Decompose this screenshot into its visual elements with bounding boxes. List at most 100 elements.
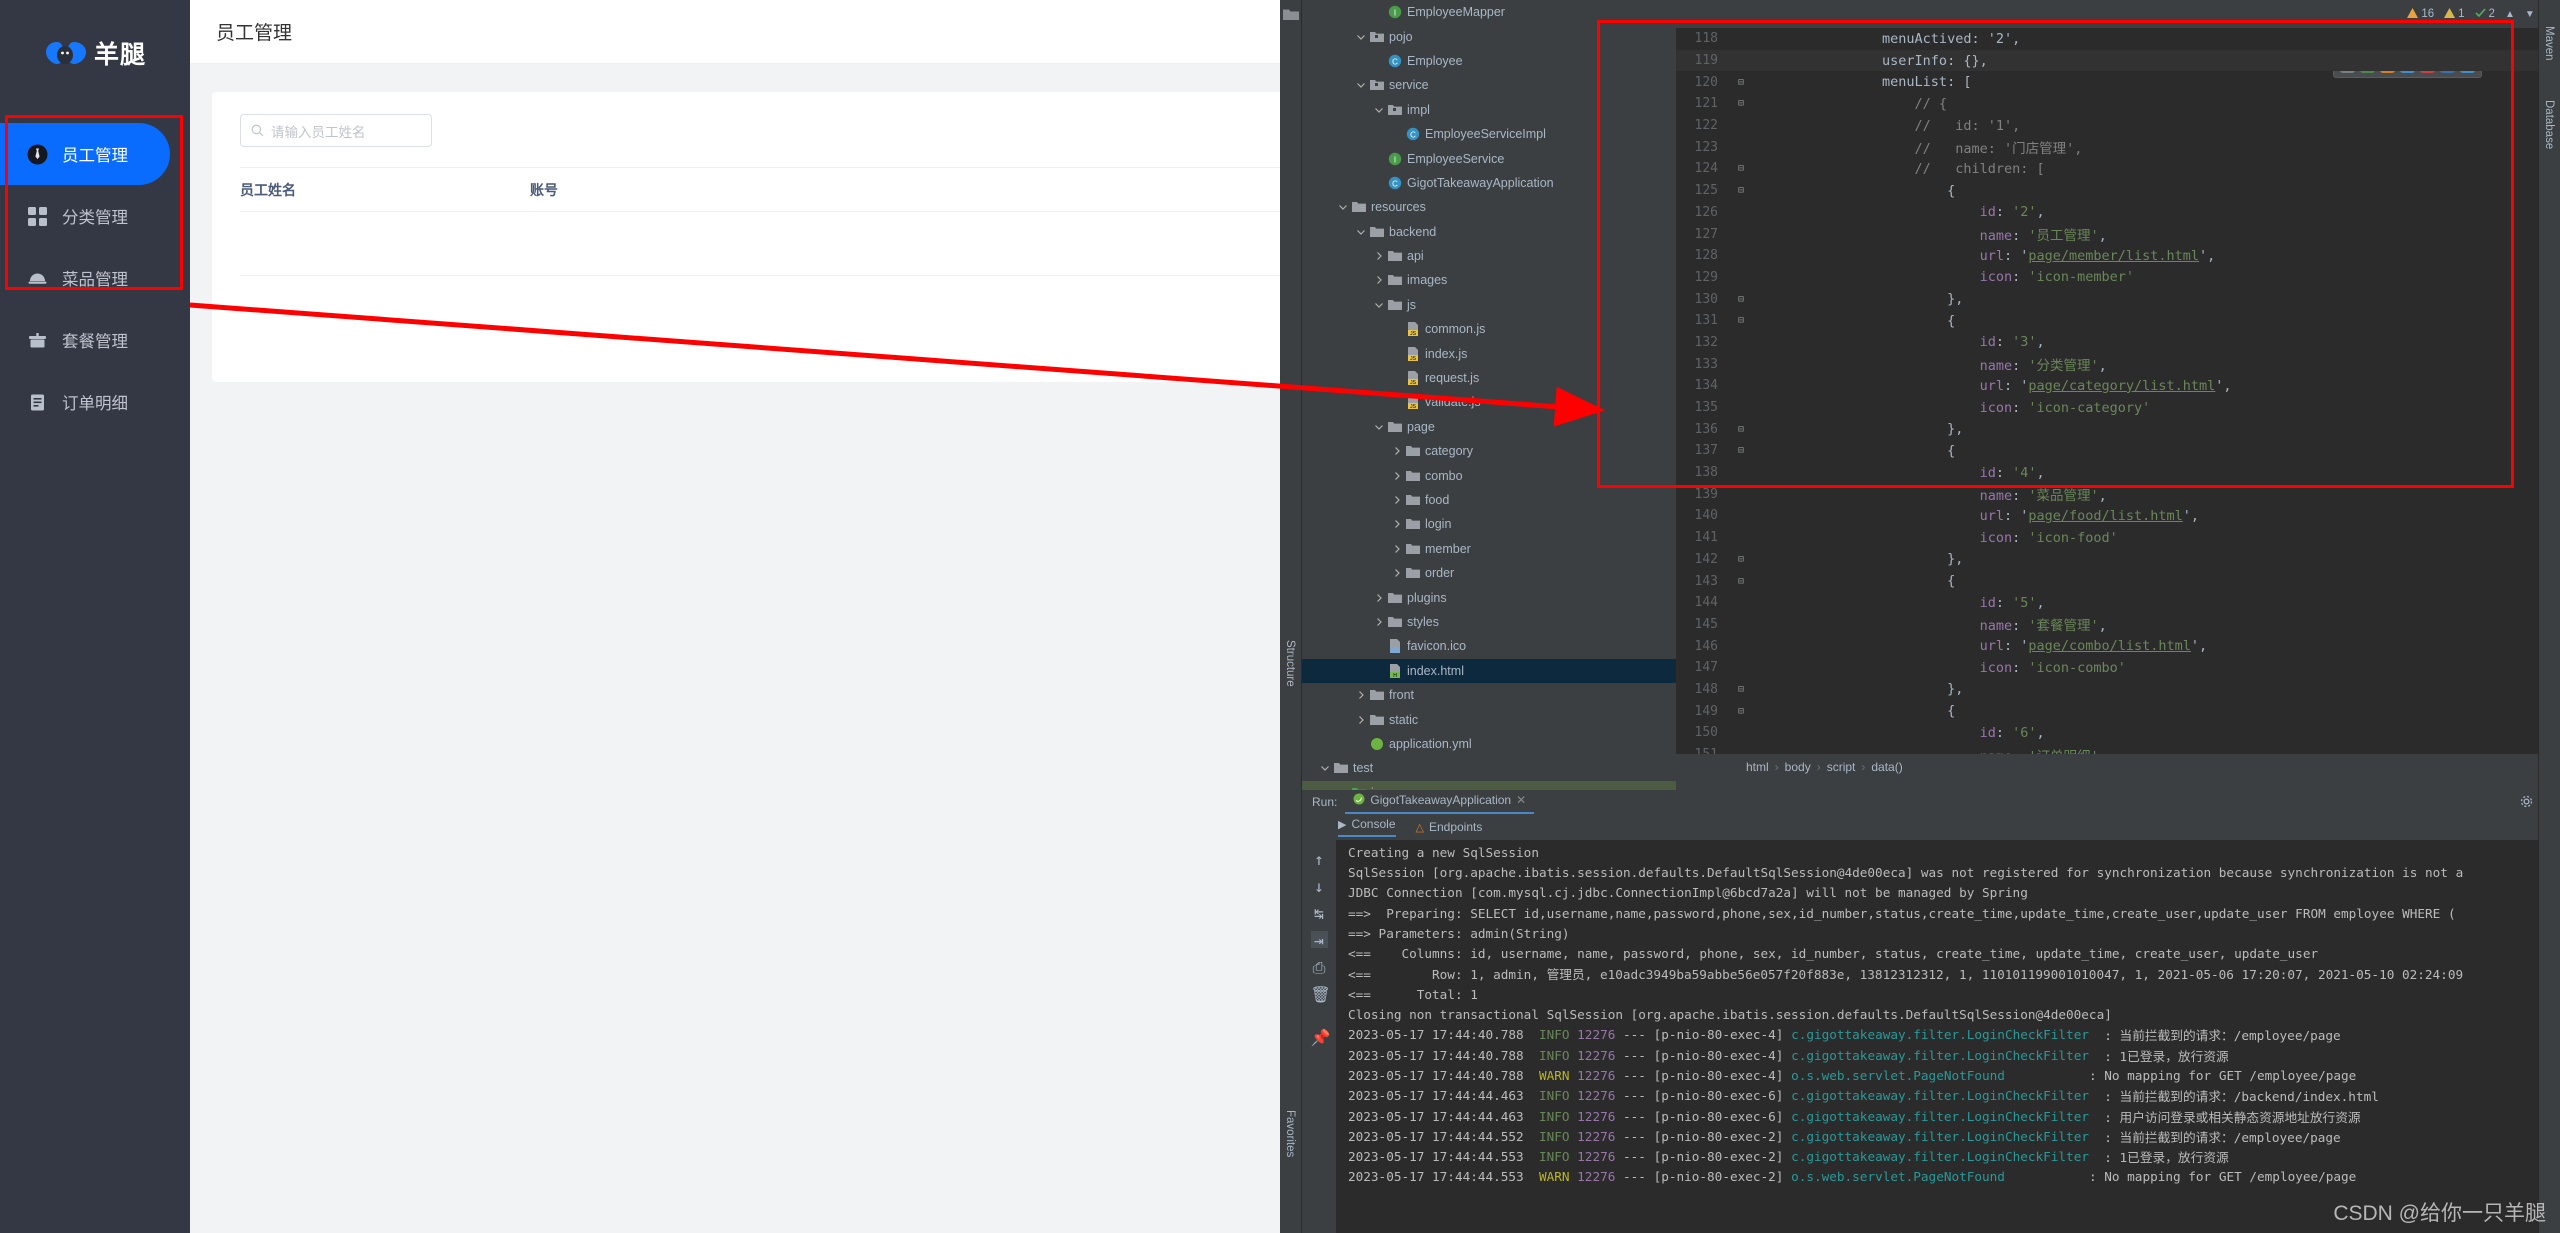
code-line[interactable]: 133 name: '分类管理', — [1676, 353, 2560, 375]
maven-tool-label[interactable]: Maven — [2543, 26, 2555, 61]
scroll-down-icon[interactable]: ↓ — [1311, 877, 1328, 896]
code-line[interactable]: 137 ⊟ { — [1676, 440, 2560, 462]
code-line[interactable]: 127 name: '员工管理', — [1676, 223, 2560, 245]
code-fold-marker[interactable]: ⊟ — [1730, 315, 1752, 326]
code-line[interactable]: 134 url: 'page/category/list.html', — [1676, 375, 2560, 397]
tree-node[interactable]: JS validate.js — [1302, 390, 1676, 414]
chevron-up-icon[interactable]: ▲ — [2505, 9, 2515, 20]
tree-expand-arrow[interactable] — [1356, 689, 1368, 701]
tree-expand-arrow[interactable] — [1392, 470, 1404, 482]
code-line[interactable]: 143 ⊟ { — [1676, 570, 2560, 592]
tree-node[interactable]: combo — [1302, 463, 1676, 487]
breadcrumb-html[interactable]: html — [1746, 760, 1769, 774]
console-output[interactable]: Creating a new SqlSession SqlSession [org… — [1336, 840, 2560, 1233]
tree-node[interactable]: JS index.js — [1302, 341, 1676, 365]
chevron-down-icon[interactable]: ▼ — [2525, 9, 2535, 20]
code-fold-marker[interactable]: ⊟ — [1730, 576, 1752, 587]
code-line[interactable]: 121 ⊟ // { — [1676, 93, 2560, 115]
tree-expand-arrow[interactable] — [1356, 31, 1368, 43]
sidebar-item-order[interactable]: 订单明细 — [0, 371, 190, 433]
tree-expand-arrow[interactable] — [1374, 616, 1386, 628]
code-fold-marker[interactable]: ⊟ — [1730, 424, 1752, 435]
tree-expand-arrow[interactable] — [1392, 518, 1404, 530]
tree-expand-arrow[interactable] — [1392, 494, 1404, 506]
code-fold-marker[interactable]: ⊟ — [1730, 77, 1752, 88]
code-line[interactable]: 122 // id: '1', — [1676, 115, 2560, 137]
tree-expand-arrow[interactable] — [1392, 396, 1404, 408]
tree-node[interactable]: JS common.js — [1302, 317, 1676, 341]
code-line[interactable]: 144 id: '5', — [1676, 592, 2560, 614]
tree-expand-arrow[interactable] — [1356, 714, 1368, 726]
tree-expand-arrow[interactable] — [1320, 762, 1332, 774]
print-icon[interactable]: ⎙ — [1311, 958, 1328, 977]
tree-expand-arrow[interactable] — [1374, 665, 1386, 677]
tree-node[interactable]: test — [1302, 756, 1676, 780]
code-line[interactable]: 151 name: '订单明细', — [1676, 744, 2560, 754]
tree-node[interactable]: order — [1302, 561, 1676, 585]
warning-count-chip[interactable]: 16 — [2407, 7, 2434, 21]
tree-expand-arrow[interactable] — [1392, 323, 1404, 335]
code-line[interactable]: 130 ⊟ }, — [1676, 288, 2560, 310]
tree-expand-arrow[interactable] — [1374, 250, 1386, 262]
tree-node[interactable]: service — [1302, 73, 1676, 97]
tree-expand-arrow[interactable] — [1374, 55, 1386, 67]
tree-node[interactable]: favicon.ico — [1302, 634, 1676, 658]
search-input[interactable]: 请输入员工姓名 — [240, 114, 432, 147]
code-line[interactable]: 135 icon: 'icon-category' — [1676, 397, 2560, 419]
run-configuration-tab[interactable]: GigotTakeawayApplication ✕ — [1345, 791, 1535, 814]
tree-node[interactable]: plugins — [1302, 585, 1676, 609]
tree-node[interactable]: java — [1302, 780, 1676, 790]
editor-code-area[interactable]: 118 menuActived: '2', 119 userInfo: {}, 12… — [1676, 28, 2560, 754]
tree-node[interactable]: api — [1302, 244, 1676, 268]
tree-expand-arrow[interactable] — [1392, 128, 1404, 140]
tree-expand-arrow[interactable] — [1374, 104, 1386, 116]
scroll-up-icon[interactable]: ↑ — [1311, 850, 1328, 869]
code-fold-marker[interactable]: ⊟ — [1730, 445, 1752, 456]
tree-node[interactable]: styles — [1302, 610, 1676, 634]
code-fold-marker[interactable]: ⊟ — [1730, 554, 1752, 565]
scroll-to-end-icon[interactable]: ⇥ — [1310, 931, 1328, 950]
tree-node[interactable]: front — [1302, 683, 1676, 707]
code-line[interactable]: 138 id: '4', — [1676, 462, 2560, 484]
code-line[interactable]: 149 ⊟ { — [1676, 700, 2560, 722]
code-line[interactable]: 147 icon: 'icon-combo' — [1676, 657, 2560, 679]
code-line[interactable]: 119 userInfo: {}, — [1676, 49, 2560, 72]
code-line[interactable]: 136 ⊟ }, — [1676, 418, 2560, 440]
code-line[interactable]: 132 id: '3', — [1676, 332, 2560, 354]
tree-node[interactable]: impl — [1302, 98, 1676, 122]
code-fold-marker[interactable]: ⊟ — [1730, 163, 1752, 174]
tree-node[interactable]: application.yml — [1302, 732, 1676, 756]
code-fold-marker[interactable]: ⊟ — [1730, 706, 1752, 717]
sidebar-item-category[interactable]: 分类管理 — [0, 185, 190, 247]
breadcrumb-body[interactable]: body — [1785, 760, 1811, 774]
database-tool-label[interactable]: Database — [2543, 100, 2555, 149]
project-tree[interactable]: I EmployeeMapper pojo C Employee service impl C… — [1302, 0, 1676, 790]
tree-expand-arrow[interactable] — [1374, 421, 1386, 433]
gear-icon[interactable] — [2520, 795, 2533, 811]
structure-tool-label[interactable]: Structure — [1284, 640, 1296, 687]
tree-expand-arrow[interactable] — [1356, 226, 1368, 238]
tree-node[interactable]: category — [1302, 439, 1676, 463]
code-line[interactable]: 150 id: '6', — [1676, 722, 2560, 744]
sidebar-item-dish[interactable]: 菜品管理 — [0, 247, 190, 309]
tree-node[interactable]: pojo — [1302, 24, 1676, 48]
tree-node[interactable]: backend — [1302, 220, 1676, 244]
pin-icon[interactable]: 📌 — [1311, 1028, 1331, 1047]
tree-expand-arrow[interactable] — [1374, 640, 1386, 652]
tree-expand-arrow[interactable] — [1356, 738, 1368, 750]
tree-expand-arrow[interactable] — [1392, 543, 1404, 555]
tree-expand-arrow[interactable] — [1392, 445, 1404, 457]
clear-all-icon[interactable]: 🗑 — [1311, 985, 1331, 1004]
check-count-chip[interactable]: 2 — [2474, 7, 2495, 21]
code-line[interactable]: 142 ⊟ }, — [1676, 549, 2560, 571]
tree-node[interactable]: login — [1302, 512, 1676, 536]
soft-wrap-icon[interactable]: ↹ — [1311, 904, 1328, 923]
favorites-tool-label[interactable]: Favorites — [1284, 1110, 1296, 1157]
code-line[interactable]: 124 ⊟ // children: [ — [1676, 158, 2560, 180]
tree-expand-arrow[interactable] — [1392, 372, 1404, 384]
code-line[interactable]: 118 menuActived: '2', — [1676, 28, 2560, 50]
code-line[interactable]: 148 ⊟ }, — [1676, 679, 2560, 701]
tree-node[interactable]: page — [1302, 415, 1676, 439]
code-fold-marker[interactable]: ⊟ — [1730, 185, 1752, 196]
code-line[interactable]: 140 url: 'page/food/list.html', — [1676, 505, 2560, 527]
